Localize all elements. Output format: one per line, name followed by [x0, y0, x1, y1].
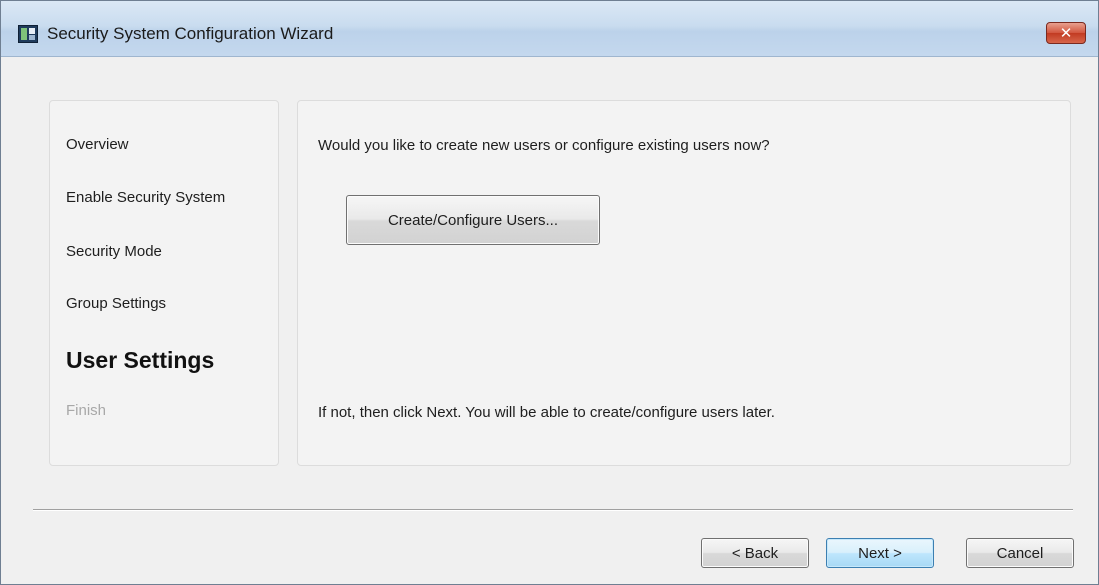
- next-button[interactable]: Next >: [826, 538, 934, 568]
- window-title: Security System Configuration Wizard: [47, 24, 334, 43]
- content-panel: Would you like to create new users or co…: [297, 100, 1071, 466]
- step-enable-security-system: Enable Security System: [66, 189, 226, 206]
- prompt-text: Would you like to create new users or co…: [318, 137, 770, 154]
- close-icon: ✕: [1059, 25, 1073, 42]
- app-icon: [18, 25, 38, 43]
- step-security-mode: Security Mode: [66, 243, 162, 260]
- wizard-window: Security System Configuration Wizard ✕ O…: [0, 0, 1099, 585]
- footer-separator: [33, 509, 1073, 511]
- step-group-settings: Group Settings: [66, 295, 167, 312]
- step-finish: Finish: [66, 402, 107, 419]
- title-bar[interactable]: Security System Configuration Wizard ✕: [1, 1, 1098, 57]
- cancel-button[interactable]: Cancel: [966, 538, 1074, 568]
- step-user-settings: User Settings: [66, 347, 215, 373]
- back-button[interactable]: < Back: [701, 538, 809, 568]
- later-note-text: If not, then click Next. You will be abl…: [318, 404, 775, 421]
- create-configure-users-button[interactable]: Create/Configure Users...: [346, 195, 600, 245]
- wizard-steps-panel: Overview Enable Security System Security…: [49, 100, 279, 466]
- step-overview: Overview: [66, 136, 129, 153]
- close-button[interactable]: ✕: [1046, 22, 1086, 44]
